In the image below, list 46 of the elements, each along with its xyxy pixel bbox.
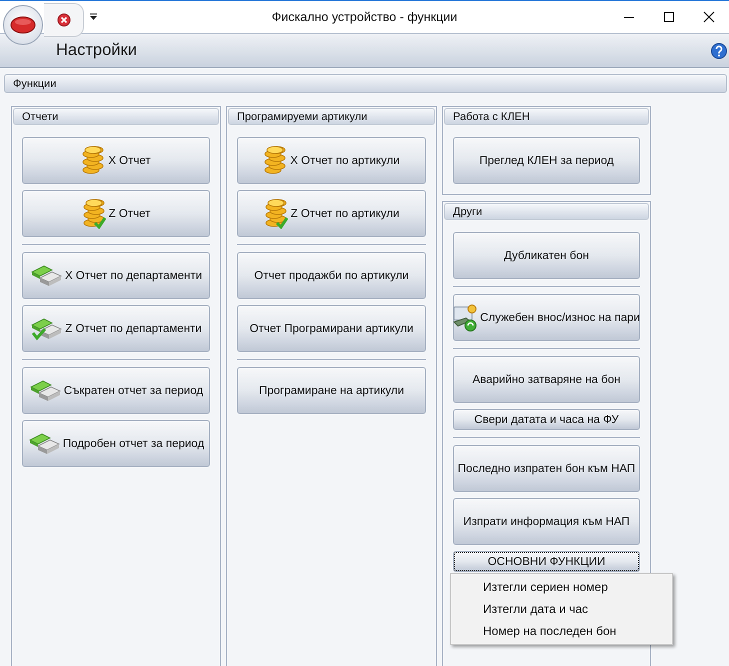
- function-button[interactable]: Свери датата и часа на ФУ: [453, 409, 640, 430]
- report-button[interactable]: Служебен внос/износ на пари: [453, 294, 640, 341]
- function-button[interactable]: ОСНОВНИ ФУНКЦИИ: [453, 551, 640, 572]
- function-button[interactable]: Отчет Програмирани артикули: [237, 305, 426, 352]
- function-button[interactable]: Преглед КЛЕН за период: [453, 137, 640, 184]
- cash-icon: [30, 262, 62, 288]
- help-icon[interactable]: [711, 42, 727, 58]
- group-header: Програмируеми артикули: [228, 108, 435, 125]
- menu-item[interactable]: Изтегли дата и час: [451, 598, 672, 620]
- close-icon: [703, 11, 715, 23]
- coins-check-icon: [264, 198, 288, 228]
- logo-icon: [10, 16, 36, 34]
- cash-icon: [28, 378, 61, 404]
- close-icon: [56, 13, 70, 27]
- coins-icon: [81, 146, 106, 176]
- maximize-icon: [663, 11, 675, 23]
- function-button[interactable]: Програмиране на артикули: [237, 367, 426, 414]
- group-header: Други: [444, 203, 649, 220]
- group-header: Работа с КЛЕН: [444, 108, 649, 125]
- cash-check-icon: [30, 316, 62, 342]
- panel-header: Функции: [4, 74, 727, 93]
- report-button[interactable]: Z Отчет по артикули: [237, 190, 426, 237]
- menu-item[interactable]: Номер на последен бон: [451, 620, 672, 642]
- function-button[interactable]: Дубликатен бон: [453, 232, 640, 279]
- function-button[interactable]: Отчет продажби по артикули: [237, 252, 426, 299]
- window-title: Фискално устройство - функции: [272, 10, 458, 24]
- app-menu-button[interactable]: [3, 5, 43, 45]
- report-button[interactable]: Подробен отчет за период: [22, 420, 210, 467]
- report-button[interactable]: X Отчет по департаменти: [22, 252, 210, 299]
- menu-item[interactable]: Изтегли сериен номер: [451, 576, 672, 598]
- report-button[interactable]: Съкратен отчет за период: [22, 367, 210, 414]
- ribbon-title: Настройки: [56, 41, 137, 60]
- report-button[interactable]: Z Отчет по департаменти: [22, 305, 210, 352]
- report-button[interactable]: Z Отчет: [22, 190, 210, 237]
- coins-icon: [263, 146, 288, 176]
- function-button[interactable]: Последно изпратен бон към НАП: [453, 445, 640, 492]
- money-exchange-icon: [453, 304, 478, 332]
- function-button[interactable]: Изпрати информация към НАП: [453, 498, 640, 545]
- function-button[interactable]: Аварийно затваряне на бон: [453, 356, 640, 403]
- group-header: Отчети: [13, 108, 219, 125]
- cash-icon: [28, 430, 60, 456]
- close-tab-button[interactable]: [44, 3, 84, 37]
- dropdown-icon[interactable]: [90, 13, 98, 21]
- coins-check-icon: [82, 198, 106, 228]
- report-button[interactable]: X Отчет по артикули: [237, 137, 426, 184]
- report-button[interactable]: X Отчет: [22, 137, 210, 184]
